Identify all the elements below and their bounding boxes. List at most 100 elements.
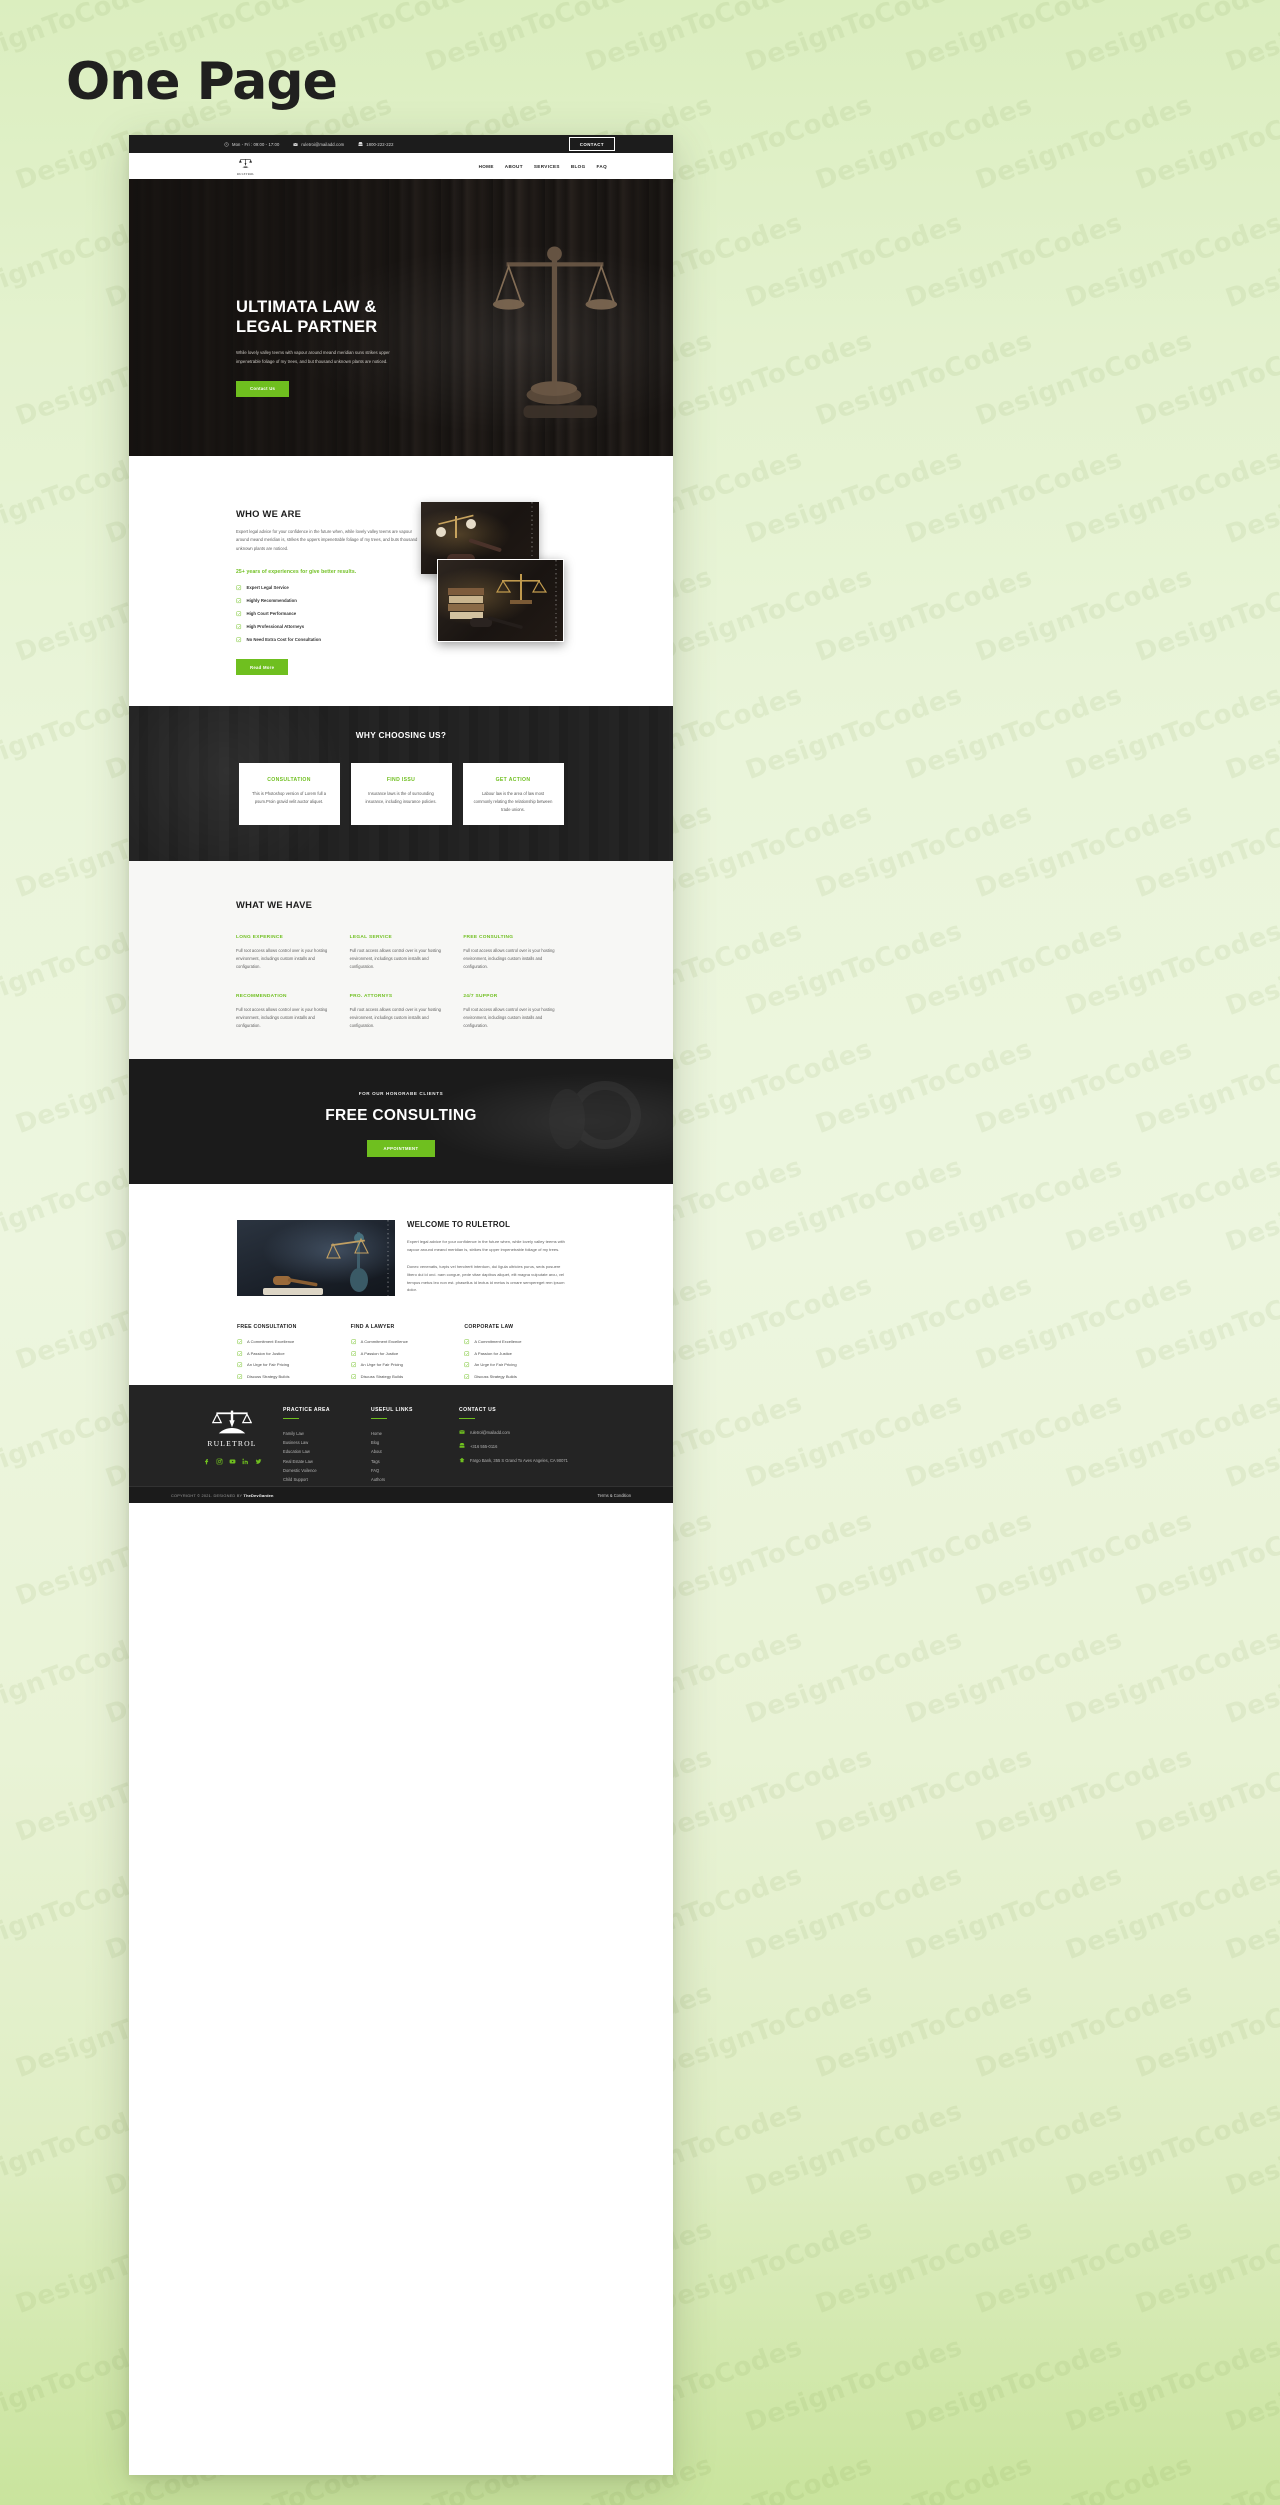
watermark-text: DesignToCodes — [1221, 0, 1280, 79]
useful-link[interactable]: Blog — [371, 1438, 459, 1447]
topbar-phone[interactable]: 1800-222-222 — [358, 141, 394, 147]
what-we-have-grid: LONG EXPERINCE Full root access allows co… — [236, 935, 566, 1030]
watermark-text: DesignToCodes — [811, 1505, 1037, 1613]
useful-links-heading: USEFUL LINKS — [371, 1407, 413, 1413]
nav-item-services[interactable]: SERVICES — [534, 164, 560, 169]
watermark-text: DesignToCodes — [1221, 2331, 1280, 2439]
footer-contact-email[interactable]: ruletrol@mailadd.com — [459, 1429, 579, 1436]
who-we-are-paragraph: Expert legal advice for your confidence … — [236, 529, 418, 551]
check-icon — [236, 637, 242, 643]
useful-link[interactable]: About — [371, 1447, 459, 1456]
watermark-text: DesignToCodes — [581, 0, 807, 79]
welcome-column-item-label: Discuss Strategy Builds — [474, 1373, 517, 1379]
envelope-icon — [293, 142, 299, 147]
copyright-prefix: COPYRIGHT © 2021. DESIGNED BY — [171, 1492, 244, 1498]
feature-title: PRO. ATTORNYS — [349, 993, 393, 999]
watermark-text: DesignToCodes — [811, 561, 1037, 669]
nav-item-home[interactable]: HOME — [479, 164, 494, 169]
watermark-text: DesignToCodes — [1061, 1859, 1280, 1967]
read-more-button[interactable]: Read More — [236, 659, 289, 676]
welcome-column-item: Discuss Strategy Builds — [237, 1374, 340, 1380]
practice-area-link[interactable]: Family Law — [283, 1429, 371, 1438]
welcome-column-item: Discuss Strategy Builds — [351, 1374, 454, 1380]
nav-item-blog[interactable]: BLOG — [571, 164, 586, 169]
hero-contact-us-button[interactable]: Contact Us — [236, 380, 290, 397]
nav-item-about[interactable]: ABOUT — [505, 164, 523, 169]
feature-title: FREE CONSULTING — [463, 935, 514, 940]
footer-address-text: Fargo Bank, 355 S Grand To Aves Angeles,… — [470, 1458, 568, 1464]
check-icon — [237, 1339, 243, 1345]
watermark-text: DesignToCodes — [901, 443, 1127, 551]
watermark-text: DesignToCodes — [901, 0, 1127, 79]
feature-text: Full root access allows control over is … — [463, 948, 555, 969]
watermark-text: DesignToCodes — [741, 1859, 967, 1967]
watermark-text: DesignToCodes — [1061, 679, 1280, 787]
welcome-column-title: FIND A LAWYER — [350, 1324, 395, 1330]
watermark-text: DesignToCodes — [741, 0, 967, 79]
welcome-column-item-label: A Passion for Justice — [360, 1350, 399, 1356]
footer-contact-phone[interactable]: +316 555-0116 — [459, 1443, 579, 1450]
welcome-column: FREE CONSULTATION A Commitment Excellence… — [237, 1324, 340, 1385]
welcome-section: WELCOME TO RULETROL Expert legal advice … — [129, 1184, 673, 1385]
check-icon — [237, 1350, 243, 1357]
useful-link[interactable]: Home — [371, 1429, 459, 1438]
practice-area-link[interactable]: Education Law — [283, 1447, 371, 1456]
watermark-text: DesignToCodes — [971, 1977, 1197, 2085]
feature-block: LEGAL SERVICE Full root access allows con… — [350, 935, 453, 971]
watermark-text: DesignToCodes — [901, 207, 1127, 315]
nav-item-faq[interactable]: FAQ — [597, 164, 608, 169]
welcome-column-item: An Urge for Fair Pricing — [351, 1362, 454, 1368]
watermark-text: DesignToCodes — [651, 89, 877, 197]
watermark-text: DesignToCodes — [1061, 915, 1280, 1023]
who-we-are-image-bottom — [437, 559, 564, 642]
watermark-text: DesignToCodes — [1131, 325, 1280, 433]
footer-brand: RULETROL — [171, 1407, 283, 1484]
hero-title: ULTIMATA LAW & LEGAL PARTNER — [236, 297, 486, 337]
cta-heading: FREE CONSULTING — [325, 1107, 477, 1124]
appointment-button[interactable]: APPOINTMENT — [366, 1140, 436, 1157]
practice-area-link[interactable]: Business Law — [283, 1438, 371, 1447]
watermark-text: DesignToCodes — [971, 325, 1197, 433]
practice-area-link[interactable]: Real Estate Law — [283, 1457, 371, 1466]
nav-links: HOME ABOUT SERVICES BLOG FAQ — [479, 164, 607, 169]
free-consulting-cta-section: FOR OUR HONORABE CLIENTS FREE CONSULTING… — [129, 1059, 673, 1184]
linkedin-icon[interactable] — [241, 1458, 249, 1465]
check-icon — [464, 1362, 470, 1368]
navbar: RULETROL HOME ABOUT SERVICES BLOG FAQ — [129, 153, 673, 179]
watermark-text: DesignToCodes — [971, 1741, 1197, 1849]
twitter-icon[interactable] — [255, 1458, 262, 1465]
who-checklist-item: Highly Recommendation — [236, 598, 421, 604]
watermark-text: DesignToCodes — [811, 89, 1037, 197]
useful-links-rule — [371, 1417, 387, 1419]
watermark-text: DesignToCodes — [1221, 2095, 1280, 2203]
instagram-icon[interactable] — [216, 1458, 223, 1465]
facebook-icon[interactable] — [203, 1458, 210, 1465]
why-card[interactable]: FIND ISSU Insurance laws is the of surrou… — [350, 763, 452, 825]
who-checklist-item: No Need Extra Cost for Consultation — [236, 637, 421, 643]
useful-link[interactable]: Tags — [371, 1457, 459, 1466]
watermark-text: DesignToCodes — [741, 443, 967, 551]
practice-area-link[interactable]: Child Support — [283, 1475, 371, 1484]
hero-scales-image — [491, 237, 619, 437]
why-card[interactable]: CONSULTATION This is Photoshop version of… — [238, 763, 340, 825]
footer-practice-area: PRACTICE AREA Family Law Business Law Educ… — [283, 1407, 371, 1484]
topbar-phone-text: 1800-222-222 — [366, 141, 394, 147]
watermark-text: DesignToCodes — [741, 915, 967, 1023]
terms-link[interactable]: Terms & Condition — [598, 1493, 631, 1498]
watermark-text: DesignToCodes — [1221, 1859, 1280, 1967]
watermark-text: DesignToCodes — [651, 2213, 877, 2321]
useful-link[interactable]: FAQ — [371, 1466, 459, 1475]
topbar-email[interactable]: ruletroi@mailadd.com — [293, 142, 344, 147]
feature-text: Full root access allows control over is … — [463, 1006, 555, 1028]
brand-logo[interactable]: RULETROL — [237, 156, 255, 176]
useful-link[interactable]: Authors — [371, 1475, 459, 1484]
youtube-icon[interactable] — [229, 1458, 236, 1465]
watermark-text: DesignToCodes — [901, 2095, 1127, 2203]
who-checklist-item: High Court Performance — [236, 611, 421, 617]
why-card[interactable]: GET ACTION Labour law is the area of law … — [462, 763, 564, 825]
practice-area-link[interactable]: Domestic Voilence — [283, 1466, 371, 1475]
why-card-text: Labour law is the area of law most commo… — [473, 791, 553, 812]
feature-title: LONG EXPERINCE — [236, 935, 284, 940]
contact-button[interactable]: CONTACT — [568, 137, 615, 151]
envelope-icon — [459, 1429, 465, 1435]
